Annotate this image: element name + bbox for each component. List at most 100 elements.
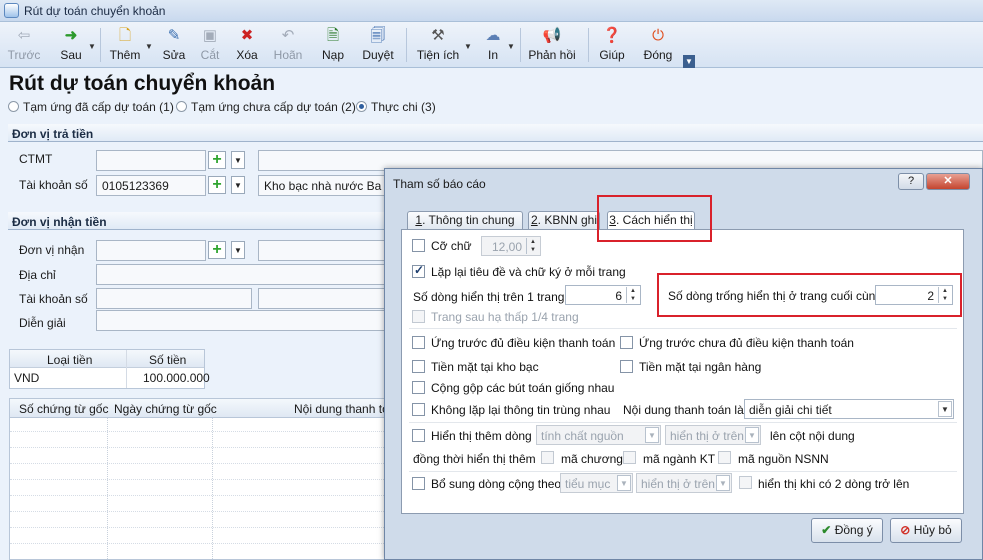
divider: [409, 471, 957, 472]
budget-source-code-checkbox[interactable]: [718, 451, 731, 464]
next-button[interactable]: ➜ Sau: [54, 24, 88, 66]
payee-unit-name-field[interactable]: [258, 240, 398, 261]
industry-code-checkbox[interactable]: [623, 451, 636, 464]
print-button[interactable]: ☁ In: [480, 24, 506, 66]
add-dropdown-icon[interactable]: ▼: [145, 42, 153, 51]
load-document-icon: 🗎: [326, 27, 340, 44]
payer-bank-field[interactable]: Kho bạc nhà nước Ba Đình: [258, 175, 398, 196]
ctmt-field[interactable]: [96, 150, 206, 171]
add-total-position-combo[interactable]: hiển thị ở trên ▼: [636, 473, 732, 493]
currency-column-header: Loại tiền: [47, 353, 93, 367]
divider: [409, 422, 957, 423]
utilities-button[interactable]: ⚒ Tiện ích: [414, 24, 462, 66]
chapter-code-label: mã chương: [561, 452, 623, 466]
radio-icon: [176, 101, 187, 112]
grid-row-line: [10, 495, 388, 496]
address-field[interactable]: [96, 264, 398, 285]
rows-per-page-spinner[interactable]: 6 ▲ ▼: [565, 285, 641, 305]
grid-row-line: [10, 463, 388, 464]
advance-not-enough-checkbox[interactable]: [620, 336, 633, 349]
close-button[interactable]: ⏻ Đóng: [640, 24, 676, 66]
payee-account-field[interactable]: [96, 288, 252, 309]
next-page-lower-checkbox[interactable]: [412, 310, 425, 323]
load-button[interactable]: 🗎 Nạp: [318, 24, 348, 66]
cash-treasury-checkbox[interactable]: [412, 360, 425, 373]
chapter-code-checkbox[interactable]: [541, 451, 554, 464]
chevron-down-icon[interactable]: ▼: [938, 401, 952, 417]
add-ctmt-icon[interactable]: +: [208, 151, 226, 169]
cut-button[interactable]: ▣ Cắt: [196, 24, 224, 66]
add-payer-account-icon[interactable]: +: [208, 176, 226, 194]
undo-button[interactable]: ↶ Hoãn: [270, 24, 306, 66]
save-disk-icon: ▣: [202, 27, 218, 44]
toolbar-overflow-icon[interactable]: ▼: [683, 55, 695, 68]
back-button[interactable]: ⇦ Trước: [6, 24, 42, 66]
merge-entries-checkbox[interactable]: [412, 381, 425, 394]
grid-row-line: [10, 431, 388, 432]
budget-source-code-label: mã nguồn NSNN: [738, 452, 829, 466]
show-when-two-rows-checkbox[interactable]: [739, 476, 752, 489]
grid-column-line: [212, 418, 213, 559]
edit-button[interactable]: ✎ Sửa: [160, 24, 188, 66]
help-button[interactable]: ❓ Giúp: [597, 24, 627, 66]
grid-row-line: [10, 479, 388, 480]
amount-cell[interactable]: 100.000.000: [143, 371, 210, 385]
tab-general-info[interactable]: 1. Thông tin chung: [407, 211, 523, 230]
payee-bank-field[interactable]: [258, 288, 398, 309]
dialog-close-button[interactable]: ✕: [926, 173, 970, 190]
add-payee-unit-icon[interactable]: +: [208, 241, 226, 259]
payer-account-dropdown-icon[interactable]: ▼: [231, 176, 245, 194]
ctmt-dropdown-icon[interactable]: ▼: [231, 151, 245, 169]
advance-enough-label: Ứng trước đủ điều kiện thanh toán: [431, 336, 616, 350]
font-size-spinner[interactable]: 12,00 ▲ ▼: [481, 236, 541, 256]
chevron-down-icon[interactable]: ▼: [617, 475, 631, 491]
show-more-position-combo[interactable]: hiển thị ở trên ▼: [665, 425, 761, 445]
add-total-row-checkbox[interactable]: [412, 477, 425, 490]
description-field[interactable]: [96, 310, 398, 331]
window-titlebar: Rút dự toán chuyển khoản: [0, 0, 983, 22]
cash-bank-checkbox[interactable]: [620, 360, 633, 373]
approve-button[interactable]: 🗐 Duyệt: [358, 24, 398, 66]
delete-button[interactable]: ✖ Xóa: [232, 24, 262, 66]
col-source-doc-date: Ngày chứng từ gốc: [114, 402, 217, 416]
ok-button[interactable]: ✔ Đồng ý: [811, 518, 883, 543]
add-total-subitem-combo[interactable]: tiểu mục ▼: [560, 473, 633, 493]
payee-account-label: Tài khoản số: [19, 292, 88, 306]
description-label: Diễn giải: [19, 316, 66, 330]
show-more-rows-checkbox[interactable]: [412, 429, 425, 442]
payee-unit-field[interactable]: [96, 240, 206, 261]
money-table: Loại tiền Số tiền VND 100.000.000: [9, 349, 210, 389]
payer-account-field[interactable]: 0105123369: [96, 175, 206, 196]
payment-content-combo[interactable]: diễn giải chi tiết ▼: [744, 399, 954, 419]
no-repeat-checkbox[interactable]: [412, 403, 425, 416]
chevron-down-icon[interactable]: ▼: [716, 475, 730, 491]
option-advance-allocated[interactable]: Tạm ứng đã cấp dự toán (1): [8, 100, 174, 114]
add-button[interactable]: 🗋 Thêm: [106, 24, 144, 66]
spinner-arrows-icon[interactable]: ▲ ▼: [526, 238, 539, 254]
option-advance-unallocated[interactable]: Tạm ứng chưa cấp dự toán (2): [176, 100, 356, 114]
dialog-help-button[interactable]: ?: [898, 173, 924, 190]
chevron-down-icon[interactable]: ▼: [745, 427, 759, 443]
currency-cell[interactable]: VND: [14, 371, 39, 385]
font-size-label: Cỡ chữ: [431, 239, 472, 253]
advance-enough-checkbox[interactable]: [412, 336, 425, 349]
column-divider: [126, 350, 127, 388]
option-actual-spend[interactable]: Thực chi (3): [356, 100, 436, 114]
payment-detail-grid: Số chứng từ gốc Ngày chứng từ gốc Nội du…: [9, 398, 402, 560]
address-label: Địa chỉ: [19, 268, 56, 282]
tab-treasury-records[interactable]: 2. KBNN ghi: [528, 211, 600, 230]
spinner-arrows-icon[interactable]: ▲ ▼: [626, 287, 639, 303]
feedback-button[interactable]: 📢 Phản hồi: [527, 24, 577, 66]
next-dropdown-icon[interactable]: ▼: [88, 42, 96, 51]
font-size-checkbox[interactable]: [412, 239, 425, 252]
dialog-title: Tham số báo cáo: [393, 177, 486, 191]
show-more-source-combo[interactable]: tính chất nguồn ▼: [536, 425, 661, 445]
chevron-down-icon[interactable]: ▼: [645, 427, 659, 443]
cancel-button[interactable]: ⊘ Hủy bỏ: [890, 518, 962, 543]
payee-unit-dropdown-icon[interactable]: ▼: [231, 241, 245, 259]
repeat-header-checkbox[interactable]: [412, 263, 425, 278]
radio-icon: [8, 101, 19, 112]
print-dropdown-icon[interactable]: ▼: [507, 42, 515, 51]
new-document-icon: 🗋: [118, 27, 132, 44]
utilities-dropdown-icon[interactable]: ▼: [464, 42, 472, 51]
